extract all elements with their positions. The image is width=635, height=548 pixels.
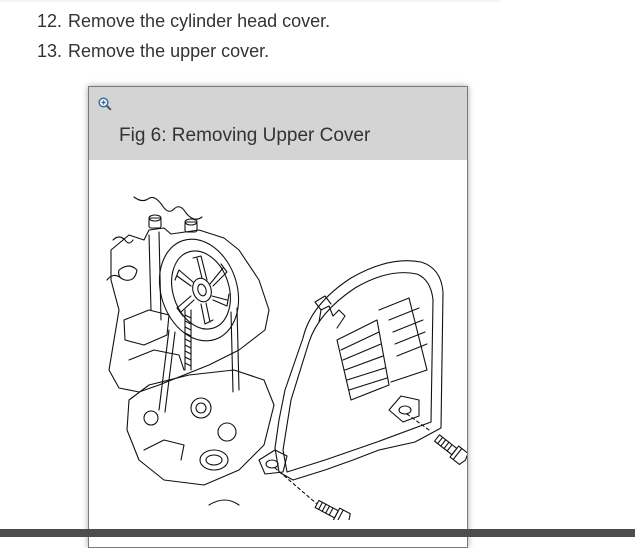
step-text: Remove the upper cover. xyxy=(68,41,270,61)
figure-box: Fig 6: Removing Upper Cover xyxy=(88,86,468,548)
step-12: 12. Remove the cylinder head cover. xyxy=(37,10,330,32)
step-number: 12. xyxy=(37,11,63,31)
figure-title: Fig 6: Removing Upper Cover xyxy=(119,125,371,146)
zoom-in-icon[interactable] xyxy=(98,97,112,111)
step-13: 13. Remove the upper cover. xyxy=(37,40,269,62)
engine-cover-illustration xyxy=(106,196,467,520)
top-divider xyxy=(0,0,500,2)
figure-header: Fig 6: Removing Upper Cover xyxy=(89,87,467,160)
step-number: 13. xyxy=(37,41,63,61)
footer-bar xyxy=(0,529,635,537)
step-text: Remove the cylinder head cover. xyxy=(68,11,331,31)
